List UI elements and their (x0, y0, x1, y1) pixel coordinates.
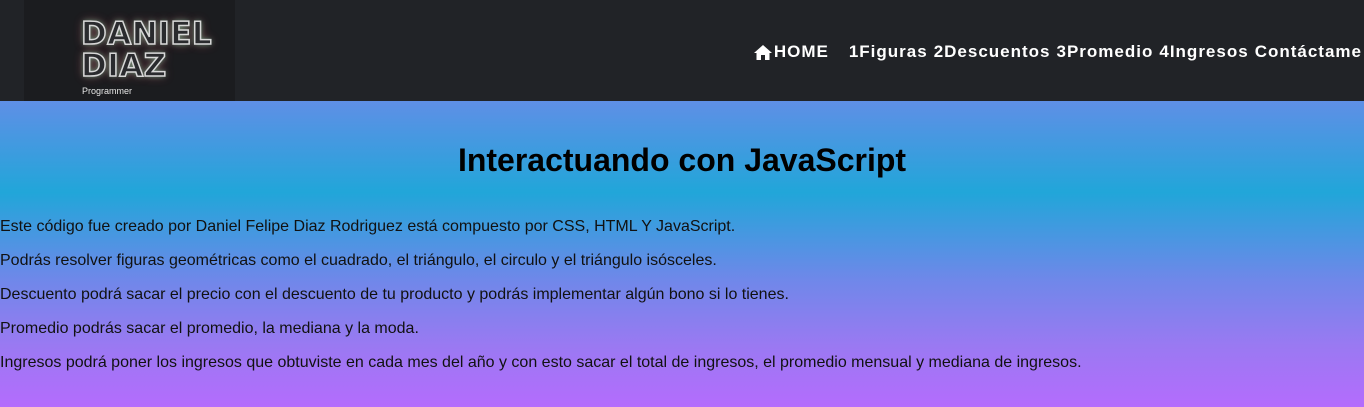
nav-ingresos-link[interactable]: 4Ingresos (1159, 41, 1248, 63)
nav-descuentos-link[interactable]: 2Descuentos (934, 41, 1051, 63)
nav-home-label: HOME (773, 42, 829, 61)
page-title: Interactuando con JavaScript (457, 142, 907, 178)
nav-home-link[interactable]: HOME (753, 41, 829, 63)
nav-promedio-link[interactable]: 3Promedio (1057, 41, 1154, 63)
logo-subtitle: Programmer (82, 86, 133, 96)
descuento-paragraph: Descuento podrá sacar el precio con el d… (0, 286, 789, 303)
nav-menu: HOME 1Figuras 2Descuentos 3Promedio 4Ing… (753, 41, 1362, 63)
logo-name-first: DANIEL (80, 16, 213, 52)
promedio-paragraph: Promedio podrás sacar el promedio, la me… (0, 320, 419, 337)
nav-figuras-link[interactable]: 1Figuras (849, 41, 928, 63)
home-icon (753, 44, 772, 60)
nav-contacto-link[interactable]: Contáctame (1255, 41, 1362, 63)
main-content: Interactuando con JavaScript Este código… (0, 101, 1364, 407)
intro-paragraph: Este código fue creado por Daniel Felipe… (0, 218, 736, 235)
ingresos-paragraph: Ingresos podrá poner los ingresos que ob… (0, 354, 1082, 371)
logo-name-last: DIAZ (80, 48, 167, 84)
figuras-paragraph: Podrás resolver figuras geométricas como… (0, 252, 717, 269)
navbar: DANIEL DIAZ Programmer HOME 1Figuras 2De… (0, 0, 1364, 101)
logo[interactable]: DANIEL DIAZ Programmer (24, 0, 235, 101)
